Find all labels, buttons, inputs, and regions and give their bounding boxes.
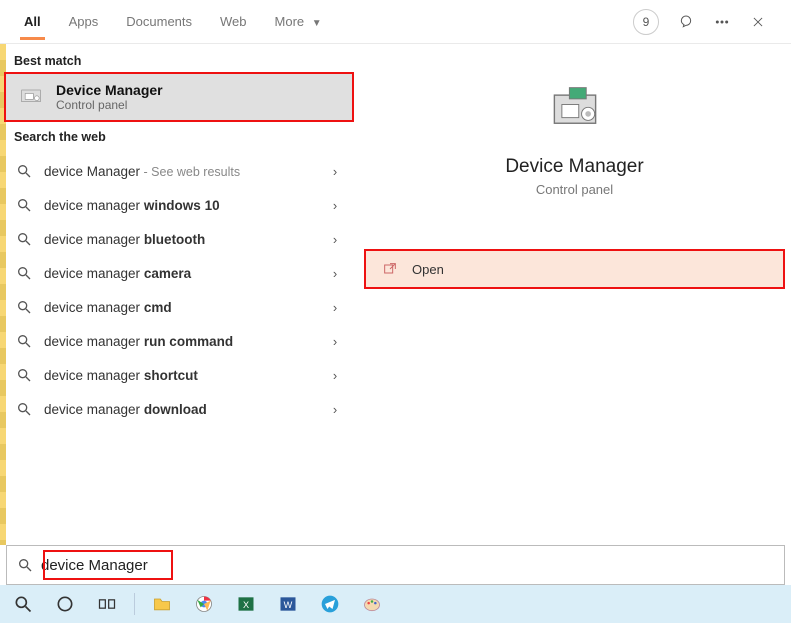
- search-icon: [16, 265, 32, 281]
- device-manager-large-icon: [545, 82, 605, 142]
- open-label: Open: [412, 262, 444, 277]
- chevron-right-icon: ›: [328, 232, 342, 247]
- chevron-down-icon: ▼: [312, 18, 322, 29]
- search-icon: [16, 401, 32, 417]
- search-web-label: Search the web: [0, 120, 358, 150]
- web-result-item[interactable]: device manager bluetooth›: [0, 222, 358, 256]
- search-icon: [16, 231, 32, 247]
- tab-more[interactable]: More ▼: [261, 4, 336, 39]
- tab-documents[interactable]: Documents: [112, 4, 206, 39]
- taskbar-taskview-icon[interactable]: [90, 589, 124, 619]
- web-result-text: device manager shortcut: [44, 368, 328, 383]
- taskbar-excel-icon[interactable]: X: [229, 589, 263, 619]
- web-result-text: device manager run command: [44, 334, 328, 349]
- taskbar-cortana-icon[interactable]: [48, 589, 82, 619]
- best-match-label: Best match: [0, 44, 358, 74]
- taskbar-chrome-icon[interactable]: [187, 589, 221, 619]
- search-icon: [17, 557, 33, 573]
- device-manager-icon: [16, 82, 46, 112]
- web-result-text: device manager download: [44, 402, 328, 417]
- web-result-text: device manager windows 10: [44, 198, 328, 213]
- web-result-item[interactable]: device manager windows 10›: [0, 188, 358, 222]
- taskbar-word-icon[interactable]: W: [271, 589, 305, 619]
- best-match-result[interactable]: Device Manager Control panel: [6, 74, 352, 120]
- web-result-text: device manager bluetooth: [44, 232, 328, 247]
- search-bar[interactable]: [6, 545, 785, 585]
- taskbar-telegram-icon[interactable]: [313, 589, 347, 619]
- search-icon: [16, 197, 32, 213]
- web-result-item[interactable]: device Manager - See web results›: [0, 154, 358, 188]
- taskbar-paint-icon[interactable]: [355, 589, 389, 619]
- feedback-icon[interactable]: [673, 9, 699, 35]
- web-result-text: device manager camera: [44, 266, 328, 281]
- search-input[interactable]: [41, 557, 774, 574]
- chevron-right-icon: ›: [328, 266, 342, 281]
- web-results-list: device Manager - See web results›device …: [0, 150, 358, 426]
- open-action[interactable]: Open: [364, 249, 785, 289]
- results-panel: Best match Device Manager Control panel …: [0, 44, 358, 545]
- chevron-right-icon: ›: [328, 368, 342, 383]
- taskbar-search-icon[interactable]: [6, 589, 40, 619]
- search-icon: [16, 163, 32, 179]
- tab-web[interactable]: Web: [206, 4, 261, 39]
- web-result-item[interactable]: device manager download›: [0, 392, 358, 426]
- web-result-item[interactable]: device manager run command›: [0, 324, 358, 358]
- tab-more-label: More: [275, 14, 305, 29]
- close-icon[interactable]: [745, 9, 771, 35]
- best-match-title: Device Manager: [56, 82, 163, 98]
- svg-text:W: W: [284, 600, 293, 610]
- detail-title: Device Manager: [358, 156, 791, 178]
- search-filter-tabs: All Apps Documents Web More ▼ 9: [0, 0, 791, 44]
- open-icon: [382, 261, 398, 277]
- search-icon: [16, 367, 32, 383]
- detail-panel: Device Manager Control panel Open: [358, 44, 791, 545]
- web-result-item[interactable]: device manager shortcut›: [0, 358, 358, 392]
- chevron-right-icon: ›: [328, 402, 342, 417]
- tab-apps[interactable]: Apps: [55, 4, 113, 39]
- svg-text:X: X: [243, 600, 249, 610]
- chevron-right-icon: ›: [328, 334, 342, 349]
- taskbar: X W: [0, 585, 791, 623]
- search-icon: [16, 299, 32, 315]
- web-result-item[interactable]: device manager cmd›: [0, 290, 358, 324]
- chevron-right-icon: ›: [328, 198, 342, 213]
- taskbar-separator: [134, 593, 135, 615]
- web-result-item[interactable]: device manager camera›: [0, 256, 358, 290]
- chevron-right-icon: ›: [328, 300, 342, 315]
- best-match-subtitle: Control panel: [56, 98, 163, 112]
- rewards-badge[interactable]: 9: [633, 9, 659, 35]
- chevron-right-icon: ›: [328, 164, 342, 179]
- web-result-text: device manager cmd: [44, 300, 328, 315]
- more-options-icon[interactable]: [709, 9, 735, 35]
- web-result-text: device Manager - See web results: [44, 164, 328, 179]
- detail-subtitle: Control panel: [358, 182, 791, 197]
- taskbar-file-explorer-icon[interactable]: [145, 589, 179, 619]
- search-icon: [16, 333, 32, 349]
- tab-all[interactable]: All: [10, 4, 55, 39]
